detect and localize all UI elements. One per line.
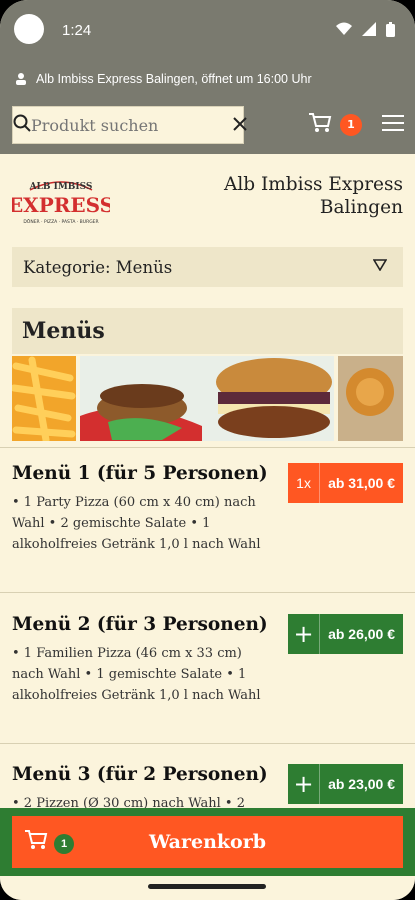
status-bar: 1:24 (0, 0, 415, 60)
opening-info-bar: Alb Imbiss Express Balingen, öffnet um 1… (0, 60, 415, 98)
search-box (12, 106, 247, 144)
cart-button[interactable]: 1 Warenkorb (12, 816, 403, 868)
product-item[interactable]: Menü 3 (für 2 Personen) • 2 Pizzen (Ø 30… (12, 764, 403, 814)
menu-banner-image (12, 356, 403, 441)
price-label[interactable]: ab 31,00 € (320, 463, 403, 503)
plus-icon[interactable]: + (288, 614, 321, 654)
opening-info-text: Alb Imbiss Express Balingen, öffnet um 1… (36, 72, 312, 86)
divider (0, 592, 415, 593)
search-input[interactable] (31, 115, 233, 135)
product-description: • 1 Familien Pizza (46 cm x 33 cm) nach … (12, 646, 261, 703)
restaurant-name: Alb Imbiss Express Balingen (224, 173, 403, 219)
home-gesture-bar[interactable] (148, 884, 266, 889)
cart-icon[interactable] (308, 112, 332, 138)
product-item[interactable]: Menü 2 (für 3 Personen) • 1 Familien Piz… (12, 614, 403, 706)
hamburger-menu-icon[interactable] (382, 114, 404, 136)
wifi-icon (336, 22, 352, 35)
status-time: 1:24 (62, 22, 92, 39)
add-to-cart-button[interactable]: + ab 23,00 € (288, 764, 403, 804)
restaurant-name-line1: Alb Imbiss Express (223, 174, 403, 195)
camera-cutout (14, 14, 44, 44)
price-label[interactable]: ab 26,00 € (320, 614, 403, 654)
product-description: • 1 Party Pizza (60 cm x 40 cm) nach Wah… (12, 495, 261, 552)
delivery-icon (16, 73, 26, 85)
price-label[interactable]: ab 23,00 € (320, 764, 403, 804)
section-title: Menüs (12, 308, 403, 354)
logo-text-sub: DÖNER · PIZZA · PASTA · BURGER (23, 218, 98, 225)
category-dropdown[interactable]: Kategorie: Menüs (12, 247, 403, 287)
clear-search-icon[interactable] (233, 116, 247, 135)
cart-button-label: Warenkorb (148, 831, 267, 853)
cart-count-badge: 1 (54, 834, 74, 854)
plus-icon[interactable]: + (288, 764, 321, 804)
top-header: 1 (0, 98, 415, 154)
bottom-cart-bar: 1 Warenkorb (0, 808, 415, 876)
dropdown-caret-icon (373, 259, 387, 271)
add-to-cart-button[interactable]: + ab 26,00 € (288, 614, 403, 654)
restaurant-logo: ALB IMBISS EXPRESS DÖNER · PIZZA · PASTA… (8, 172, 114, 230)
battery-icon (386, 22, 395, 37)
add-to-cart-button[interactable]: 1x ab 31,00 € (288, 463, 403, 503)
signal-icon (362, 22, 376, 36)
restaurant-name-line2: Balingen (319, 197, 403, 218)
category-label: Kategorie: Menüs (23, 257, 173, 277)
status-icons (336, 22, 395, 37)
logo-text-top: ALB IMBISS (29, 182, 93, 192)
cart-icon (24, 829, 48, 856)
logo-text-main: EXPRESS (12, 193, 110, 217)
divider (0, 447, 415, 448)
cart-count-badge: 1 (340, 114, 362, 136)
search-icon[interactable] (13, 114, 31, 136)
divider (0, 743, 415, 744)
product-item[interactable]: Menü 1 (für 5 Personen) • 1 Party Pizza … (12, 463, 403, 555)
quantity-indicator[interactable]: 1x (288, 463, 321, 503)
app-screen: 1:24 Alb Imbiss Express Balingen, öffnet… (0, 0, 415, 900)
